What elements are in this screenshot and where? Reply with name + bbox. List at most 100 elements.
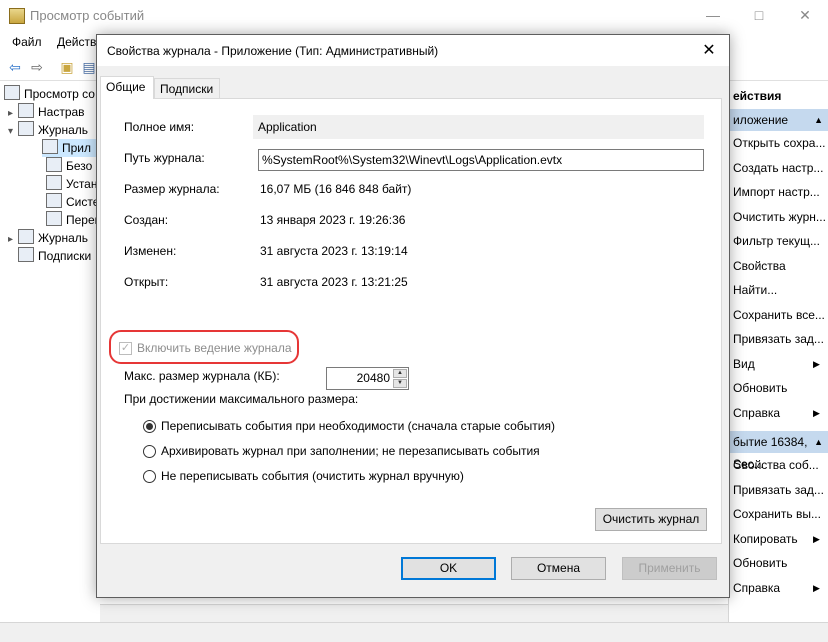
tree-item-custom-views[interactable]: ▸ Настрав <box>8 103 85 121</box>
folder-up-icon[interactable]: ▣ <box>58 58 76 76</box>
menu-action[interactable]: Действ <box>57 35 96 49</box>
log-icon <box>46 157 62 172</box>
enable-logging-label: Включить ведение журнала <box>137 341 292 355</box>
radio-overwrite[interactable] <box>143 420 156 433</box>
action-item[interactable]: Свойства <box>733 256 786 276</box>
collapse-caret-icon[interactable]: ▲ <box>814 109 823 131</box>
log-size-label: Размер журнала: <box>124 182 220 196</box>
action-item-label: Очистить журн... <box>733 209 826 224</box>
close-icon[interactable]: ✕ <box>782 0 828 31</box>
back-arrow-icon[interactable]: ⇦ <box>6 58 24 76</box>
status-bar <box>0 622 828 642</box>
actions-group-header[interactable]: бытие 16384, Sec... ▲ <box>729 431 828 471</box>
log-icon <box>42 139 58 154</box>
collapse-arrow-icon[interactable]: ▾ <box>8 123 18 141</box>
submenu-arrow-icon: ▶ <box>813 358 820 369</box>
radio-archive-label[interactable]: Архивировать журнал при заполнении; не п… <box>161 444 540 458</box>
stepper-up-icon[interactable]: ▲ <box>393 369 407 378</box>
tab-subscriptions[interactable]: Подписки <box>154 78 220 98</box>
tree-item-label: Прил <box>62 141 92 155</box>
action-item[interactable]: Сохранить вы... <box>733 504 821 524</box>
action-item[interactable]: Привязать зад... <box>733 480 824 500</box>
log-icon <box>46 175 62 190</box>
tree-item-app-logs[interactable]: ▸ Журналь <box>8 229 88 247</box>
action-item[interactable]: Открыть сохра... <box>733 133 825 153</box>
ok-button[interactable]: OK <box>401 557 496 580</box>
action-item[interactable]: Импорт настр... <box>733 182 820 202</box>
event-viewer-icon <box>4 85 20 100</box>
actions-group-header[interactable]: иложение ▲ <box>729 109 828 131</box>
action-item[interactable]: Копировать ▶ <box>733 529 820 549</box>
radio-do-not-overwrite[interactable] <box>143 470 156 483</box>
apply-button: Применить <box>622 557 717 580</box>
radio-overwrite-label[interactable]: Переписывать события при необходимости (… <box>161 419 555 433</box>
radio-do-not-overwrite-label[interactable]: Не переписывать события (очистить журнал… <box>161 469 464 483</box>
action-item[interactable]: Фильтр текущ... <box>733 231 820 251</box>
action-item-label: Свойства соб... <box>733 458 819 472</box>
tree-item-system[interactable]: Систе <box>46 193 99 211</box>
tree-item-subscriptions[interactable]: Подписки <box>18 247 91 265</box>
enable-logging-checkbox[interactable]: ✓ <box>119 342 132 355</box>
action-item-label: Справка <box>733 580 781 595</box>
event-viewer-app-icon <box>9 8 25 24</box>
minimize-icon[interactable]: — <box>690 0 736 31</box>
menu-file[interactable]: Файл <box>12 35 42 49</box>
action-item[interactable]: Справка ▶ <box>733 578 820 598</box>
action-item-label: Найти... <box>733 283 778 297</box>
stepper-buttons: ▲ ▼ <box>393 369 407 388</box>
action-item-label: Справка <box>733 405 781 420</box>
dialog-title-bar: Свойства журнала - Приложение (Тип: Адми… <box>97 35 729 66</box>
modified-value: 31 августа 2023 г. 13:19:14 <box>260 244 408 258</box>
action-item-label: Сохранить вы... <box>733 507 821 521</box>
submenu-arrow-icon: ▶ <box>813 582 820 593</box>
log-path-field[interactable]: %SystemRoot%\System32\Winevt\Logs\Applic… <box>258 149 704 171</box>
maximize-icon[interactable]: □ <box>736 0 782 31</box>
action-item[interactable]: Создать настр... <box>733 158 823 178</box>
action-item[interactable]: Свойства соб... <box>733 455 819 475</box>
forward-arrow-icon[interactable]: ⇨ <box>28 58 46 76</box>
log-properties-dialog: Свойства журнала - Приложение (Тип: Адми… <box>96 34 730 598</box>
max-size-label: Макс. размер журнала (КБ): <box>124 369 280 383</box>
window-title: Просмотр событий <box>30 8 145 23</box>
opened-label: Открыт: <box>124 275 169 289</box>
collapse-caret-icon[interactable]: ▲ <box>814 431 823 453</box>
tree-item-root[interactable]: Просмотр со <box>4 85 95 103</box>
submenu-arrow-icon: ▶ <box>813 533 820 544</box>
full-name-label: Полное имя: <box>124 120 195 134</box>
tree-item-application[interactable]: Прил <box>42 139 100 157</box>
action-item[interactable]: Найти... <box>733 280 777 300</box>
action-item[interactable]: Справка ▶ <box>733 403 820 423</box>
tree-item-label: Безо <box>66 159 93 173</box>
tree-item-security[interactable]: Безо <box>46 157 92 175</box>
clear-log-button[interactable]: Очистить журнал <box>595 508 707 531</box>
cancel-button[interactable]: Отмена <box>511 557 606 580</box>
action-item[interactable]: Обновить <box>733 553 787 573</box>
tree-item-label: Настрав <box>38 105 85 119</box>
tree-item-setup[interactable]: Устан <box>46 175 97 193</box>
subscriptions-icon <box>18 247 34 262</box>
expand-arrow-icon[interactable]: ▸ <box>8 231 18 249</box>
max-size-value[interactable]: 20480 <box>357 368 390 389</box>
close-icon[interactable]: ✕ <box>689 35 729 66</box>
tree-item-windows-logs[interactable]: ▾ Журналь <box>8 121 88 139</box>
tree-item-label: Подписки <box>38 249 92 263</box>
action-item-label: Сохранить все... <box>733 307 825 322</box>
tree-item-label: Устан <box>66 177 98 191</box>
stepper-down-icon[interactable]: ▼ <box>393 379 407 388</box>
action-item[interactable]: Привязать зад... <box>733 329 824 349</box>
max-size-stepper[interactable]: 20480 ▲ ▼ <box>326 367 409 390</box>
action-item[interactable]: Очистить журн... <box>733 207 826 227</box>
action-item[interactable]: Вид ▶ <box>733 354 820 374</box>
dialog-title: Свойства журнала - Приложение (Тип: Адми… <box>107 44 439 58</box>
tab-general[interactable]: Общие <box>100 76 154 99</box>
tree-item-forwarded[interactable]: Перен <box>46 211 101 229</box>
radio-archive[interactable] <box>143 445 156 458</box>
log-icon <box>46 193 62 208</box>
action-item-label: Обновить <box>733 556 788 570</box>
on-max-size-label: При достижении максимального размера: <box>124 392 359 406</box>
horizontal-scrollbar[interactable] <box>100 604 728 622</box>
action-item-label: Вид <box>733 356 755 371</box>
action-item[interactable]: Обновить <box>733 378 787 398</box>
action-item[interactable]: Сохранить все... <box>733 305 825 325</box>
tree-item-label: Журналь <box>38 123 89 137</box>
